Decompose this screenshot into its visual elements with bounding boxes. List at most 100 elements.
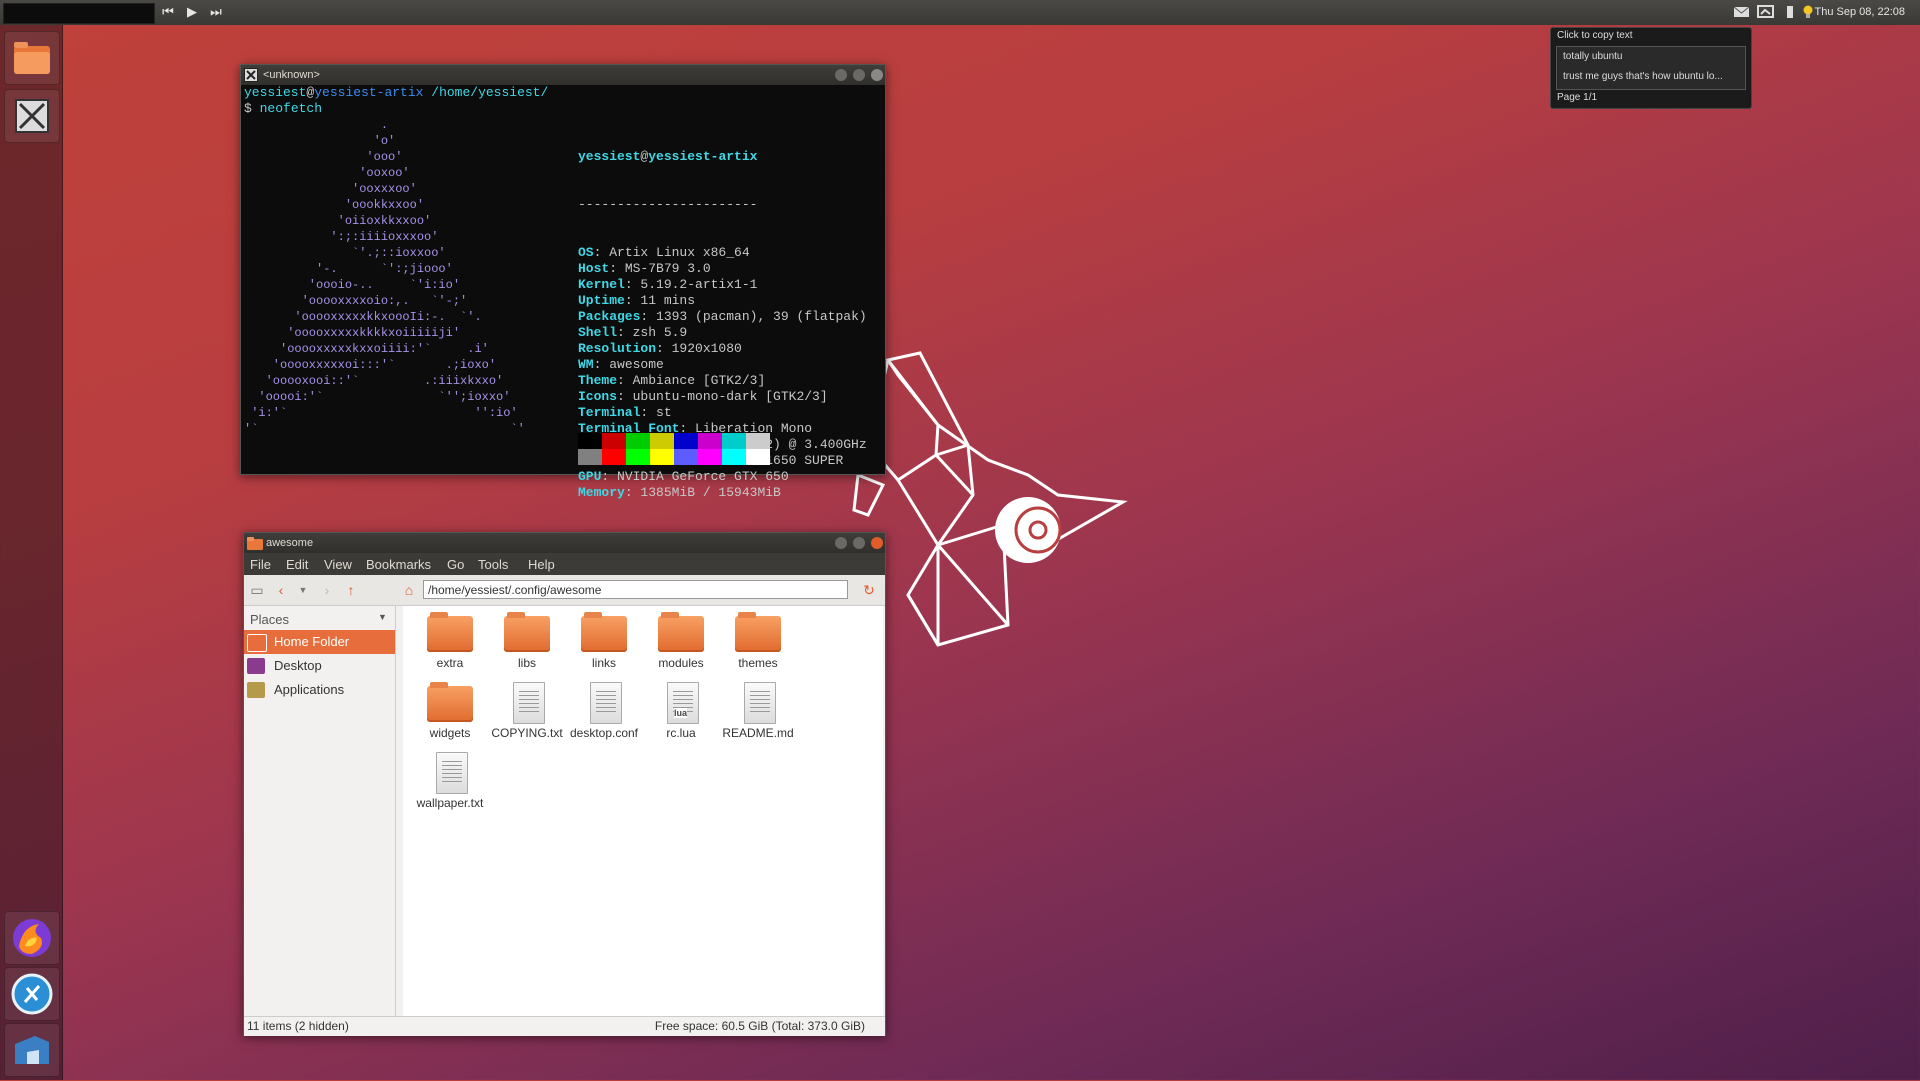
neofetch-info: yessiest@yessiest-artix ----------------… (578, 117, 867, 533)
status-bar: 11 items (2 hidden) Free space: 60.5 GiB… (244, 1016, 885, 1036)
clipboard-item[interactable]: totally ubuntu (1563, 51, 1739, 62)
back-icon[interactable]: ‹ (272, 581, 290, 599)
neofetch-value: MS-7B79 3.0 (624, 261, 711, 276)
file-view[interactable]: extra libs links modules themes widgets COPYIN… (403, 606, 883, 1016)
status-item-count: 11 items (2 hidden) (247, 1019, 349, 1033)
redshift-bulb-icon[interactable] (1802, 5, 1814, 19)
minimize-button[interactable] (835, 69, 847, 81)
artix-ascii-logo: . 'o' 'ooo' 'ooxoo' 'ooxxxoo' 'oookkxxoo… (244, 118, 525, 436)
close-button[interactable] (871, 537, 883, 549)
menu-file[interactable]: File (250, 557, 271, 572)
forward-icon[interactable]: › (318, 581, 336, 599)
clipboard-header: Click to copy text (1557, 30, 1633, 41)
terminal-titlebar[interactable]: <unknown> (241, 65, 885, 85)
command-text: neofetch (259, 101, 323, 116)
prompt-path: /home/yessiest/ (431, 85, 549, 100)
clipboard-item[interactable]: trust me guys that's how ubuntu lo... (1563, 71, 1739, 82)
files-launcher[interactable] (4, 31, 60, 85)
neofetch-key: Terminal (578, 405, 641, 420)
close-button[interactable] (871, 69, 883, 81)
menu-tools[interactable]: Tools (478, 557, 508, 572)
home-launcher[interactable] (4, 1023, 60, 1077)
folder-item[interactable]: themes (713, 612, 803, 670)
neofetch-key: Kernel (578, 277, 625, 292)
file-manager-window[interactable]: awesome File Edit View Bookmarks Go Tool… (243, 532, 886, 1036)
neofetch-row: Packages: 1393 (pacman), 39 (flatpak) (578, 309, 867, 324)
next-track-icon[interactable]: ⏭ (208, 4, 224, 20)
xterm-launcher[interactable] (4, 89, 60, 143)
neofetch-value: zsh 5.9 (632, 325, 688, 340)
network-icon[interactable] (1757, 5, 1774, 19)
neofetch-key: Shell (578, 325, 618, 340)
sidebar-item-applications[interactable]: Applications (244, 678, 395, 702)
location-bar[interactable]: /home/yessiest/.config/awesome (423, 580, 848, 599)
home-icon[interactable]: ⌂ (400, 581, 418, 599)
color-swatch (602, 449, 626, 465)
browser-launcher[interactable] (4, 967, 60, 1021)
color-swatch (650, 433, 674, 449)
folder-icon (14, 42, 50, 74)
folder-icon (504, 612, 550, 652)
neofetch-value: 11 mins (640, 293, 696, 308)
neofetch-row: GPU: NVIDIA GeForce GTX 650 (578, 469, 789, 484)
neofetch-value: ubuntu-mono-dark [GTK2/3] (632, 389, 828, 404)
places-header[interactable]: Places ▼ (250, 612, 387, 627)
menu-bookmarks[interactable]: Bookmarks (366, 557, 431, 572)
prompt-symbol: $ (244, 101, 252, 116)
menu-edit[interactable]: Edit (286, 557, 308, 572)
terminal-screen[interactable]: yessiest@yessiest-artix /home/yessiest/ … (241, 85, 885, 500)
color-swatch (746, 449, 770, 465)
home-icon (15, 1036, 49, 1064)
status-free-space: Free space: 60.5 GiB (Total: 373.0 GiB) (654, 1019, 865, 1033)
clock[interactable]: Thu Sep 08, 22:08 (1814, 6, 1905, 18)
menu-help[interactable]: Help (528, 557, 555, 572)
menu-go[interactable]: Go (447, 557, 464, 572)
prompt-line: yessiest@yessiest-artix /home/yessiest/ (244, 85, 548, 101)
neofetch-row: WM: awesome (578, 357, 664, 372)
file-name: themes (738, 656, 778, 670)
minimize-button[interactable] (835, 537, 847, 549)
file-item[interactable]: wallpaper.txt (405, 752, 495, 810)
sidebar-item-label: Desktop (274, 658, 322, 673)
battery-icon[interactable] (1785, 5, 1795, 19)
color-swatch (602, 433, 626, 449)
top-panel: ⏮ ▶ ⏭ Thu Sep 08, 22:08 (0, 0, 1920, 25)
terminal-window[interactable]: <unknown> yessiest@yessiest-artix /home/… (240, 64, 886, 500)
text-file-icon (504, 682, 550, 724)
history-dropdown-icon[interactable]: ▼ (294, 581, 312, 599)
menu-view[interactable]: View (324, 557, 352, 572)
file-item[interactable]: README.md (713, 682, 803, 740)
new-tab-icon[interactable]: ▭ (248, 581, 266, 599)
color-swatch (578, 433, 602, 449)
file-manager-titlebar[interactable]: awesome (244, 533, 885, 553)
file-name: README.md (722, 726, 794, 740)
x-terminal-icon (244, 68, 258, 82)
neofetch-row: Icons: ubuntu-mono-dark [GTK2/3] (578, 389, 828, 404)
clipboard-popup: Click to copy text totally ubuntu trust … (1550, 27, 1752, 109)
maximize-button[interactable] (853, 537, 865, 549)
applications-icon (247, 682, 265, 698)
sidebar-item-home-folder[interactable]: Home Folder (244, 630, 395, 654)
neofetch-value: 1920x1080 (671, 341, 742, 356)
text-file-icon (735, 682, 781, 724)
taskbar-box[interactable] (3, 3, 155, 24)
sidebar-item-desktop[interactable]: Desktop (244, 654, 395, 678)
sidebar-item-label: Home Folder (274, 634, 350, 649)
toolbar: ▭ ‹ ▼ › ↑ ⌂ /home/yessiest/.config/aweso… (244, 575, 885, 606)
x-terminal-icon (15, 99, 49, 133)
go-icon[interactable]: ↻ (860, 581, 878, 599)
firefox-launcher[interactable] (4, 911, 60, 965)
menu-bar: File Edit View Bookmarks Go Tools Help (244, 553, 885, 575)
mail-icon[interactable] (1733, 5, 1750, 19)
maximize-button[interactable] (853, 69, 865, 81)
prompt-user: yessiest (244, 85, 307, 100)
lua-badge: lua (674, 708, 688, 718)
up-icon[interactable]: ↑ (342, 581, 360, 599)
play-icon[interactable]: ▶ (184, 4, 200, 20)
sidebar-item-label: Applications (274, 682, 345, 697)
chevron-down-icon[interactable]: ▼ (378, 612, 387, 622)
previous-track-icon[interactable]: ⏮ (160, 4, 176, 20)
neofetch-value: 1393 (pacman), 39 (flatpak) (656, 309, 867, 324)
terminal-title: <unknown> (263, 69, 320, 81)
color-swatch (746, 433, 770, 449)
